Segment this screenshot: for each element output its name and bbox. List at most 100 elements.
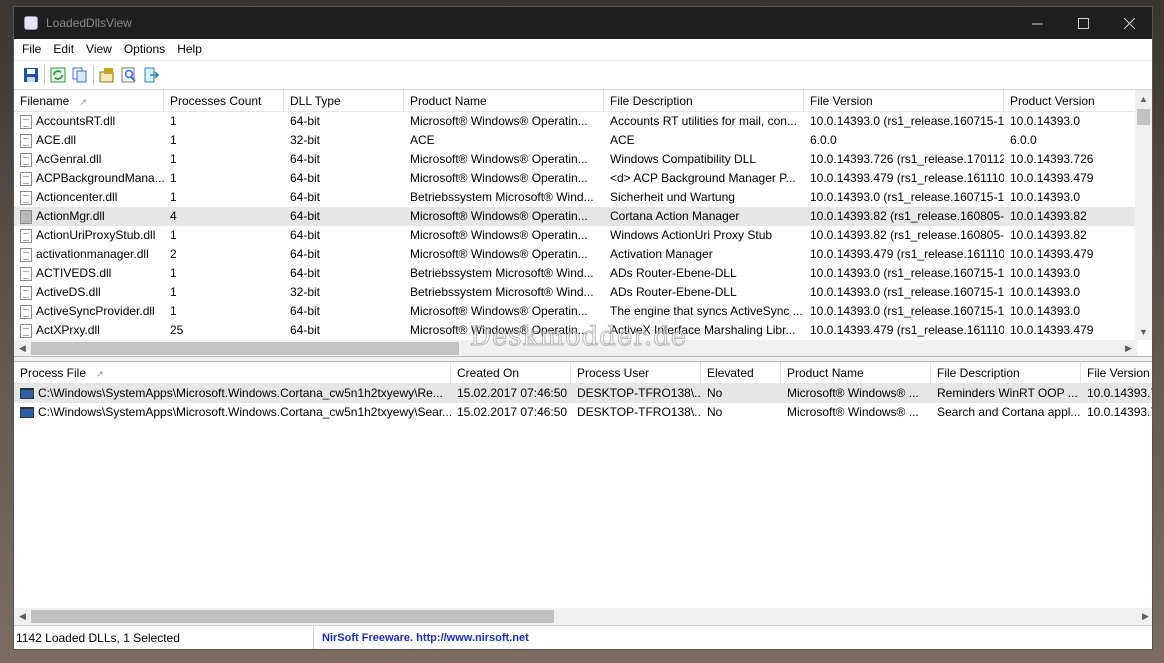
column-header-file-description[interactable]: File Description	[604, 90, 804, 111]
table-cell: ACE	[410, 133, 435, 147]
column-header-process-file[interactable]: Process File ↗	[14, 362, 451, 383]
table-row[interactable]: AccountsRT.dll 1 64-bit Microsoft® Windows®…	[14, 112, 1152, 131]
table-row[interactable]: ActiveSyncProvider.dll 1 64-bit Microsoft® …	[14, 302, 1152, 321]
table-cell: 1	[170, 228, 177, 242]
table-cell: 10.0.14393.0 (rs1_release.160715-1...	[810, 114, 1004, 128]
table-row[interactable]: ActionUriProxyStub.dll 1 64-bit Microsoft® …	[14, 226, 1152, 245]
table-cell: DESKTOP-TFRO138\...	[577, 405, 701, 419]
dll-horizontal-scroll-thumb[interactable]	[31, 342, 459, 355]
table-row[interactable]: ACE.dll 1 32-bit ACE ACE 6.0.0 6.0.0	[14, 131, 1152, 150]
column-header-file-version[interactable]: File Version	[1081, 362, 1152, 383]
table-cell: Windows Compatibility DLL	[610, 152, 757, 166]
status-count: 1142 Loaded DLLs, 1 Selected	[14, 626, 314, 649]
column-header-created-on[interactable]: Created On	[451, 362, 571, 383]
column-header-process-user[interactable]: Process User	[571, 362, 701, 383]
table-row[interactable]: ActXPrxy.dll 25 64-bit Microsoft® Windows® …	[14, 321, 1152, 340]
scroll-up-icon[interactable]: ▲	[1135, 90, 1152, 107]
column-header-dll-type[interactable]: DLL Type	[284, 90, 404, 111]
table-cell: 64-bit	[290, 304, 321, 318]
process-horizontal-scrollbar[interactable]: ◀ ▶	[14, 608, 1152, 625]
table-cell: 1	[170, 171, 177, 185]
scroll-right-icon[interactable]: ▶	[1137, 608, 1152, 625]
table-cell: 10.0.14393.479	[1010, 171, 1094, 185]
menu-options[interactable]: Options	[118, 39, 171, 60]
scroll-down-icon[interactable]: ▼	[1135, 323, 1152, 340]
column-header-label: Product Name	[787, 366, 864, 380]
minimize-button[interactable]	[1014, 7, 1060, 39]
table-cell: ActiveX Interface Marshaling Libr...	[610, 323, 796, 337]
table-row[interactable]: C:\Windows\SystemApps\Microsoft.Windows.…	[14, 403, 1152, 422]
dll-file-icon	[20, 266, 32, 281]
row-primary-cell: ACTIVEDS.dll	[14, 264, 164, 283]
table-row[interactable]: ActionMgr.dll 4 64-bit Microsoft® Windows® …	[14, 207, 1152, 226]
table-cell: 64-bit	[290, 171, 321, 185]
menu-view[interactable]: View	[80, 39, 118, 60]
sort-arrow-icon: ↗	[96, 369, 104, 379]
table-row[interactable]: C:\Windows\SystemApps\Microsoft.Windows.…	[14, 384, 1152, 403]
process-horizontal-scroll-thumb[interactable]	[31, 610, 554, 623]
table-cell: The engine that syncs ActiveSync ...	[610, 304, 803, 318]
table-cell: 64-bit	[290, 190, 321, 204]
column-header-file-version[interactable]: File Version	[804, 90, 1004, 111]
cell-text: activationmanager.dll	[36, 247, 149, 261]
table-cell: 10.0.14393.479	[1010, 247, 1094, 261]
table-cell: Accounts RT utilities for mail, con...	[610, 114, 797, 128]
save-icon	[24, 68, 38, 82]
column-header-label: File Version	[1087, 366, 1150, 380]
table-cell: Microsoft® Windows® Operatin...	[410, 304, 588, 318]
table-cell: Microsoft® Windows® Operatin...	[410, 114, 588, 128]
column-header-product-name[interactable]: Product Name	[404, 90, 604, 111]
table-cell: Windows ActionUri Proxy Stub	[610, 228, 773, 242]
table-cell: Sicherheit und Wartung	[610, 190, 735, 204]
dll-horizontal-scrollbar[interactable]: ◀ ▶	[14, 340, 1137, 356]
menu-file[interactable]: File	[16, 39, 47, 60]
close-button[interactable]	[1106, 7, 1152, 39]
menu-edit[interactable]: Edit	[47, 39, 80, 60]
process-window-icon	[20, 388, 34, 399]
row-primary-cell: ActiveSyncProvider.dll	[14, 302, 164, 321]
find-icon	[121, 67, 136, 83]
row-primary-cell: Actioncenter.dll	[14, 188, 164, 207]
column-header-label: Created On	[457, 366, 520, 380]
app-icon	[24, 16, 38, 30]
dll-vertical-scrollbar[interactable]: ▲ ▼	[1135, 90, 1152, 340]
table-row[interactable]: ACPBackgroundMana... 1 64-bit Microsoft® Wi…	[14, 169, 1152, 188]
table-cell: 64-bit	[290, 266, 321, 280]
table-cell: 10.0.14393.82 (rs1_release.160805-...	[810, 209, 1004, 223]
scroll-right-icon[interactable]: ▶	[1120, 340, 1137, 356]
dll-vertical-scroll-thumb[interactable]	[1137, 109, 1150, 125]
menu-help[interactable]: Help	[171, 39, 208, 60]
table-row[interactable]: activationmanager.dll 2 64-bit Microsoft® W…	[14, 245, 1152, 264]
title-bar[interactable]: LoadedDllsView	[14, 7, 1152, 39]
table-row[interactable]: ActiveDS.dll 1 32-bit Betriebssystem Micros…	[14, 283, 1152, 302]
maximize-button[interactable]	[1060, 7, 1106, 39]
column-header-elevated[interactable]: Elevated	[701, 362, 781, 383]
table-cell: Microsoft® Windows® Operatin...	[410, 171, 588, 185]
dll-list-rows: AccountsRT.dll 1 64-bit Microsoft® Windows®…	[14, 112, 1152, 340]
properties-icon	[99, 68, 114, 83]
refresh-button[interactable]	[47, 64, 69, 86]
exit-button[interactable]	[140, 64, 162, 86]
cell-text: ACTIVEDS.dll	[36, 266, 112, 280]
table-cell: 10.0.14393.0	[1010, 266, 1081, 280]
column-header-product-version[interactable]: Product Version	[1004, 90, 1144, 111]
scroll-left-icon[interactable]: ◀	[14, 340, 31, 356]
scroll-left-icon[interactable]: ◀	[14, 608, 31, 625]
table-row[interactable]: AcGenral.dll 1 64-bit Microsoft® Windows® O…	[14, 150, 1152, 169]
nirsoft-link[interactable]: NirSoft Freeware. http://www.nirsoft.net	[314, 632, 529, 644]
table-row[interactable]: Actioncenter.dll 1 64-bit Betriebssystem Mi…	[14, 188, 1152, 207]
table-cell: Microsoft® Windows® ...	[787, 405, 919, 419]
column-header-product-name[interactable]: Product Name	[781, 362, 931, 383]
cell-text: ActXPrxy.dll	[36, 323, 100, 337]
table-row[interactable]: ACTIVEDS.dll 1 64-bit Betriebssystem Micros…	[14, 264, 1152, 283]
table-cell: ADs Router-Ebene-DLL	[610, 266, 737, 280]
column-header-file-description[interactable]: File Description	[931, 362, 1081, 383]
properties-button[interactable]	[96, 64, 118, 86]
save-button[interactable]	[20, 64, 42, 86]
column-header-processes-count[interactable]: Processes Count	[164, 90, 284, 111]
column-header-filename[interactable]: Filename ↗	[14, 90, 164, 111]
find-button[interactable]	[118, 64, 140, 86]
table-cell: 64-bit	[290, 152, 321, 166]
dll-file-icon	[20, 190, 32, 205]
copy-button[interactable]	[69, 64, 91, 86]
